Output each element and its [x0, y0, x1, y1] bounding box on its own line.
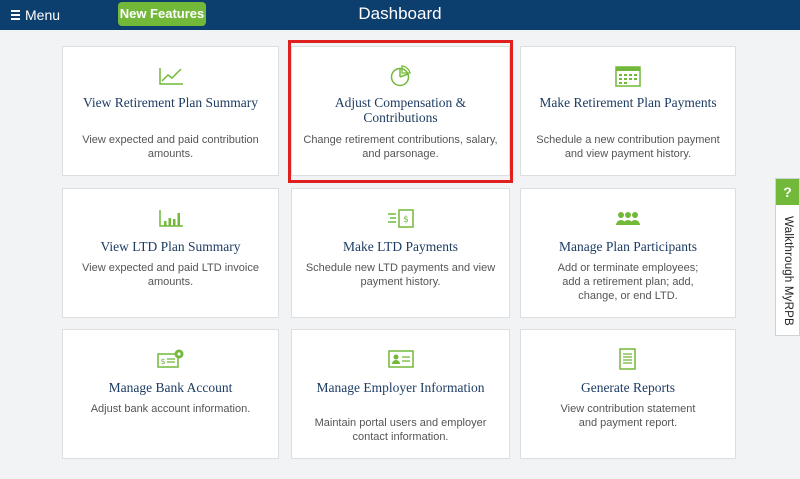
card-description: Add or terminate employees; add a retire… [557, 262, 699, 302]
calendar-icon [521, 65, 735, 87]
walkthrough-label: Walkthrough MyRPB [782, 216, 794, 326]
report-icon [521, 348, 735, 370]
walkthrough-tab[interactable]: ? Walkthrough MyRPB [775, 178, 800, 336]
people-icon [521, 207, 735, 229]
id-card-icon [292, 348, 509, 370]
card-generate-reports[interactable]: Generate Reports View contribution state… [520, 329, 736, 459]
card-manage-employer-information[interactable]: Manage Employer Information Maintain por… [291, 329, 510, 459]
card-description: View expected and paid contribution amou… [82, 134, 259, 160]
card-title: Adjust Compensation & Contributions [334, 95, 467, 125]
card-title: Manage Bank Account [108, 380, 233, 395]
card-description: Schedule a new contribution payment and … [536, 134, 720, 160]
card-title: Make Retirement Plan Payments [539, 95, 717, 110]
page-title: Dashboard [358, 4, 442, 23]
line-chart-icon [63, 65, 278, 87]
card-description: Adjust bank account information. [90, 403, 251, 415]
card-make-ltd-payments[interactable]: $ Make LTD Payments Schedule new LTD pay… [291, 188, 510, 318]
top-bar: Menu New Features Dashboard [0, 0, 800, 30]
check-gear-icon: $ [63, 348, 278, 370]
card-description: View expected and paid LTD invoice amoun… [82, 262, 259, 288]
card-manage-plan-participants[interactable]: Manage Plan Participants Add or terminat… [520, 188, 736, 318]
card-title: Generate Reports [580, 380, 676, 395]
card-title: Manage Employer Information [316, 380, 485, 395]
card-make-retirement-plan-payments[interactable]: Make Retirement Plan Payments Schedule a… [520, 46, 736, 176]
help-icon: ? [776, 179, 799, 205]
card-adjust-compensation[interactable]: Adjust Compensation & Contributions Chan… [291, 46, 510, 176]
card-manage-bank-account[interactable]: $ Manage Bank Account Adjust bank accoun… [62, 329, 279, 459]
card-title: View Retirement Plan Summary [82, 95, 259, 110]
svg-text:$: $ [403, 215, 409, 225]
pie-chart-icon [292, 65, 509, 87]
card-title: Manage Plan Participants [559, 239, 697, 254]
card-description: Maintain portal users and employer conta… [314, 417, 487, 443]
card-description: Change retirement contributions, salary,… [303, 134, 498, 160]
card-title: Make LTD Payments [343, 239, 458, 254]
card-view-retirement-plan-summary[interactable]: View Retirement Plan Summary View expect… [62, 46, 279, 176]
card-title: View LTD Plan Summary [100, 239, 241, 254]
card-description: Schedule new LTD payments and view payme… [305, 262, 496, 288]
card-description: View contribution statement and payment … [560, 403, 696, 429]
bar-chart-icon [63, 207, 278, 229]
bill-icon: $ [292, 207, 509, 229]
svg-text:$: $ [160, 357, 165, 366]
card-view-ltd-plan-summary[interactable]: View LTD Plan Summary View expected and … [62, 188, 279, 318]
